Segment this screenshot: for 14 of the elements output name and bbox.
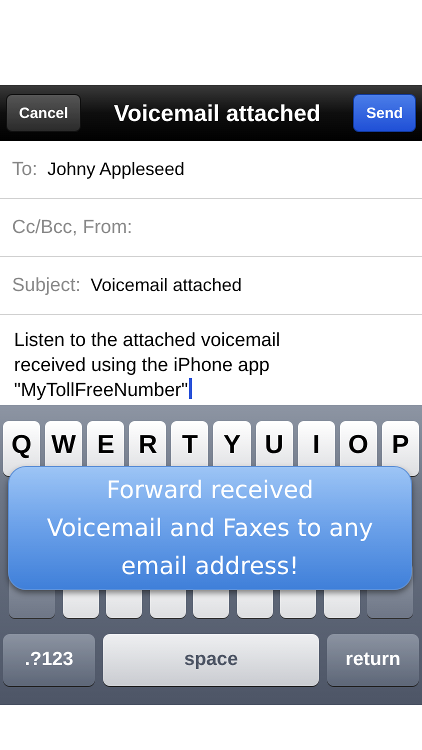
text-cursor-icon: [188, 378, 192, 399]
field-label: Subject:: [12, 274, 81, 296]
window-title: Voicemail attached: [114, 100, 321, 126]
space-key[interactable]: space: [103, 634, 319, 686]
field-label: Cc/Bcc, From:: [12, 216, 132, 238]
message-body[interactable]: Listen to the attached voicemail received using the iPhone app "MyTollFreeNumber": [14, 328, 352, 403]
field-label: To:: [12, 158, 38, 180]
send-button[interactable]: Send: [353, 94, 416, 132]
promo-tooltip: Forward received Voicemail and Faxes to any email address!: [8, 466, 412, 590]
field-value[interactable]: Johny Appleseed: [47, 159, 184, 180]
cancel-button[interactable]: Cancel: [6, 94, 82, 132]
field-value[interactable]: Voicemail attached: [90, 275, 242, 296]
numbers-key[interactable]: .?123: [3, 634, 95, 686]
return-key[interactable]: return: [327, 634, 419, 686]
